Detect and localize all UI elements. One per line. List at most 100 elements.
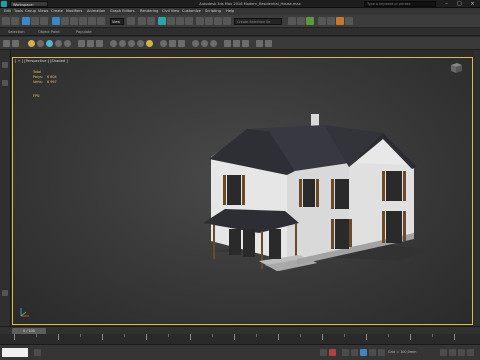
undo-icon[interactable] <box>2 17 10 25</box>
viewport-layout-tab-icon[interactable] <box>2 62 8 68</box>
render-production-icon[interactable] <box>336 17 344 25</box>
maxscript-listener-input[interactable] <box>2 348 28 357</box>
layout-add-icon[interactable] <box>2 290 8 296</box>
unlink-icon[interactable] <box>31 17 39 25</box>
select-object-icon[interactable] <box>52 17 60 25</box>
clone-icon[interactable] <box>192 40 199 47</box>
trackbar[interactable] <box>0 334 480 344</box>
play-icon[interactable] <box>360 349 367 356</box>
menu-help[interactable]: Help <box>226 8 234 15</box>
viewport-label[interactable]: [ + ] [Perspective ] [Shaded ] <box>15 59 68 63</box>
edit-named-selection-icon[interactable] <box>196 17 204 25</box>
hide-icon[interactable] <box>78 40 85 47</box>
zoom-icon[interactable] <box>440 349 447 356</box>
snaps-toggle-icon[interactable] <box>158 17 166 25</box>
house-model[interactable] <box>199 111 429 273</box>
move-icon[interactable] <box>88 17 96 25</box>
time-slider[interactable]: 0 / 100 <box>0 326 480 334</box>
grid-toggle-icon[interactable] <box>265 40 272 47</box>
window-crossing-icon[interactable] <box>79 17 87 25</box>
menu-edit[interactable]: Edit <box>4 8 11 15</box>
schematic-view-icon[interactable] <box>297 17 305 25</box>
light-icon[interactable] <box>28 40 35 47</box>
select-by-name-icon[interactable] <box>61 17 69 25</box>
scene-states-icon[interactable] <box>2 80 8 86</box>
camera-icon[interactable] <box>64 40 71 47</box>
go-to-start-icon[interactable] <box>342 349 349 356</box>
pan-icon[interactable] <box>458 349 465 356</box>
menu-customize[interactable]: Customize <box>182 8 201 15</box>
pivot-center-icon[interactable] <box>127 17 135 25</box>
viewport-layout-icon[interactable] <box>256 40 263 47</box>
align-icon[interactable] <box>214 17 222 25</box>
helper-icon[interactable] <box>55 40 62 47</box>
spinner-snap-icon[interactable] <box>185 17 193 25</box>
sunlight-icon[interactable] <box>146 40 153 47</box>
ambient-occlusion-icon[interactable] <box>169 40 176 47</box>
bind-space-warp-icon[interactable] <box>40 17 48 25</box>
snapshot-icon[interactable] <box>210 40 217 47</box>
workspace-dropdown[interactable]: Workspace: Default <box>10 1 48 13</box>
isolate-icon[interactable] <box>96 40 103 47</box>
menu-group[interactable]: Group <box>25 8 36 15</box>
set-key-icon[interactable] <box>329 349 336 356</box>
array-icon[interactable] <box>201 40 208 47</box>
scene-explorer-icon[interactable] <box>3 40 10 47</box>
keyboard-shortcut-icon[interactable] <box>147 17 155 25</box>
material-editor-icon[interactable] <box>306 17 314 25</box>
shaded-icon[interactable] <box>119 40 126 47</box>
next-frame-icon[interactable] <box>369 349 376 356</box>
maximize-icon[interactable]: □ <box>453 0 466 8</box>
tab-populate[interactable]: Populate <box>76 28 92 36</box>
merge-icon[interactable] <box>233 40 240 47</box>
perspective-viewport[interactable]: [ + ] [Perspective ] [Shaded ] Total Pol… <box>12 57 473 325</box>
tab-object-paint[interactable]: Object Paint <box>38 28 60 36</box>
rendered-frame-window-icon[interactable] <box>327 17 335 25</box>
render-setup-icon[interactable] <box>318 17 326 25</box>
menu-create[interactable]: Create <box>51 8 63 15</box>
close-icon[interactable]: × <box>466 0 479 8</box>
auto-key-icon[interactable] <box>320 349 327 356</box>
named-selection-dropdown[interactable]: Create Selection Se <box>234 18 282 25</box>
container-icon[interactable] <box>242 40 249 47</box>
curve-editor-icon[interactable] <box>288 17 296 25</box>
sphere-icon[interactable] <box>37 40 44 47</box>
link-icon[interactable] <box>22 17 30 25</box>
previous-frame-icon[interactable] <box>351 349 358 356</box>
select-region-icon[interactable] <box>70 17 78 25</box>
xref-icon[interactable] <box>224 40 231 47</box>
menu-animation[interactable]: Animation <box>87 8 105 15</box>
menu-graph-editors[interactable]: Graph Editors <box>110 8 135 15</box>
edged-faces-icon[interactable] <box>128 40 135 47</box>
reference-coordinate-dropdown[interactable]: View <box>110 18 124 25</box>
geometry-icon[interactable] <box>46 40 53 47</box>
mirror-icon[interactable] <box>205 17 213 25</box>
menu-rendering[interactable]: Rendering <box>140 8 158 15</box>
redo-icon[interactable] <box>11 17 19 25</box>
menu-views[interactable]: Views <box>38 8 48 15</box>
layer-manager-icon[interactable] <box>12 40 19 47</box>
menu-scripting[interactable]: Scripting <box>205 8 221 15</box>
layer-explorer-icon[interactable] <box>223 17 231 25</box>
rotate-icon[interactable] <box>97 17 105 25</box>
search-input[interactable]: Type a keyword or phrase <box>364 1 436 7</box>
lighting-icon[interactable] <box>137 40 144 47</box>
maximize-viewport-icon[interactable] <box>467 349 474 356</box>
menu-tools[interactable]: Tools <box>14 8 23 15</box>
app-logo-icon[interactable] <box>1 1 7 7</box>
render-iterative-icon[interactable] <box>345 17 353 25</box>
reflections-icon[interactable] <box>178 40 185 47</box>
wireframe-icon[interactable] <box>110 40 117 47</box>
minimize-icon[interactable]: – <box>440 0 453 8</box>
percent-snap-icon[interactable] <box>176 17 184 25</box>
go-to-end-icon[interactable] <box>378 349 385 356</box>
lock-selection-icon[interactable] <box>34 349 41 356</box>
angle-snap-icon[interactable] <box>167 17 175 25</box>
menu-civil-view[interactable]: Civil View <box>162 8 179 15</box>
freeze-icon[interactable] <box>87 40 94 47</box>
orbit-icon[interactable] <box>449 349 456 356</box>
select-manipulate-icon[interactable] <box>138 17 146 25</box>
menu-modifiers[interactable]: Modifiers <box>66 8 82 15</box>
shadows-icon[interactable] <box>160 40 167 47</box>
viewcube-icon[interactable] <box>448 62 464 74</box>
